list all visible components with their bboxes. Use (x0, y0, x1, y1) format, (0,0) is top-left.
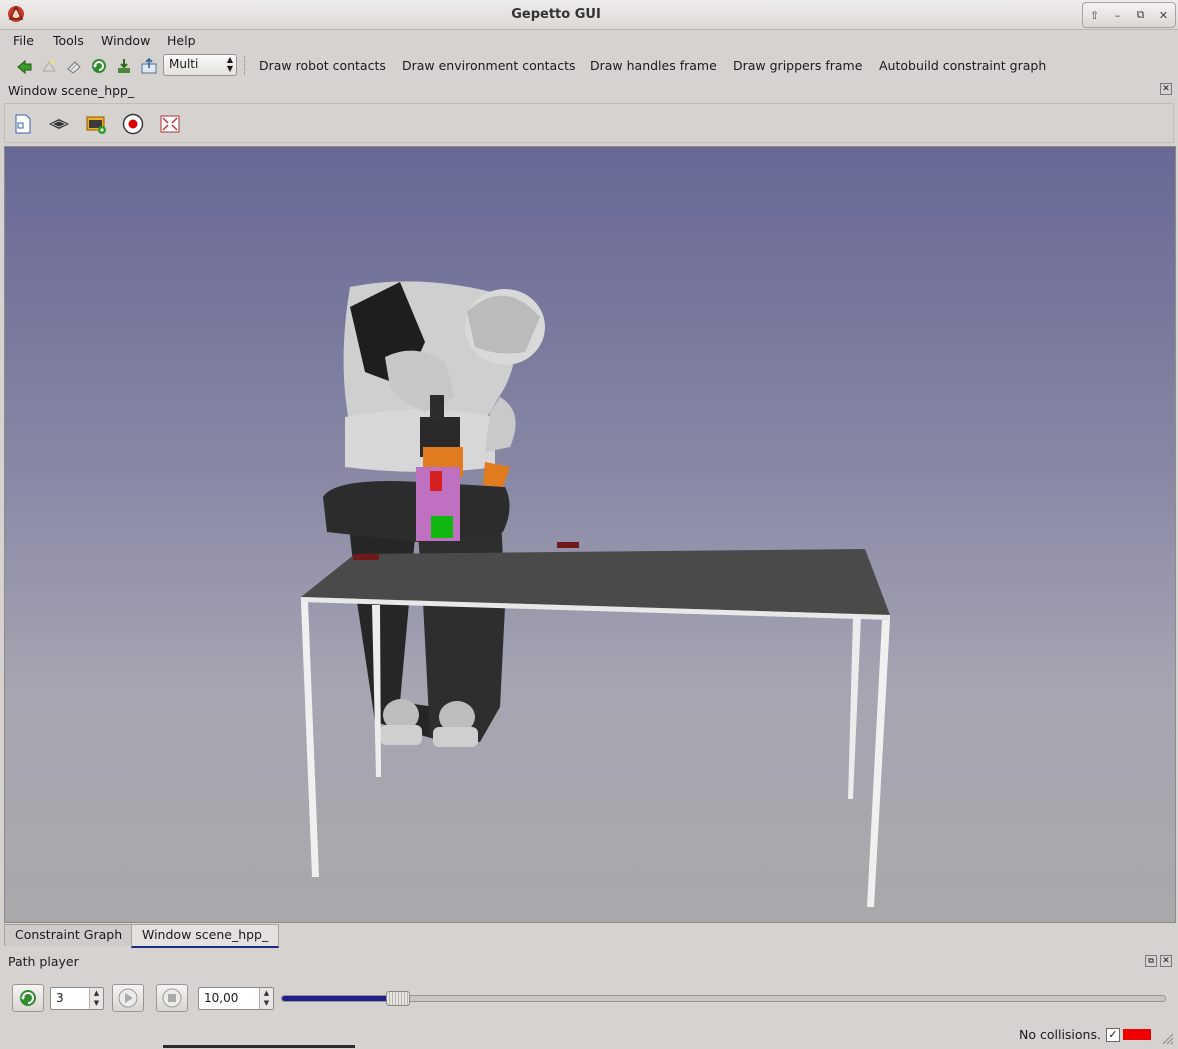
refresh-paths-button[interactable] (12, 984, 44, 1012)
refresh-icon (20, 990, 36, 1006)
horizontal-scroll-indicator (163, 1045, 355, 1048)
draw-grippers-frame-button[interactable]: Draw grippers frame (733, 58, 862, 73)
size-grip-icon[interactable] (1160, 1031, 1174, 1045)
collision-checkbox[interactable]: ✓ (1106, 1028, 1120, 1042)
path-slider[interactable] (281, 995, 1166, 1002)
mode-select[interactable]: Multi ▲ ▼ (163, 54, 237, 76)
screenshot-icon[interactable] (85, 113, 107, 135)
time-scale-value: 10,00 (204, 991, 239, 1005)
mode-select-value: Multi (169, 57, 199, 71)
menu-file[interactable]: File (13, 33, 34, 48)
draw-handles-frame-button[interactable]: Draw handles frame (590, 58, 717, 73)
download-icon[interactable] (115, 57, 133, 75)
stop-icon (162, 988, 182, 1008)
play-button[interactable] (112, 984, 144, 1012)
record-icon[interactable] (122, 113, 144, 135)
path-index-spinbox[interactable]: 3 ▲ ▼ (50, 987, 104, 1010)
tab-constraint-graph[interactable]: Constraint Graph (4, 924, 134, 946)
box-object (416, 467, 460, 541)
menu-window[interactable]: Window (101, 33, 150, 48)
reload-icon-disabled[interactable] (40, 57, 58, 75)
draw-robot-contacts-button[interactable]: Draw robot contacts (259, 58, 386, 73)
spin-arrows-icon[interactable]: ▲ ▼ (89, 988, 103, 1009)
export-icon[interactable] (140, 57, 158, 75)
menu-tools[interactable]: Tools (53, 33, 84, 48)
path-player-header[interactable]: Path player ⧉ ✕ (0, 952, 1178, 972)
refresh-icon[interactable] (90, 57, 108, 75)
close-icon[interactable]: ✕ (1160, 83, 1172, 95)
add-robot-icon[interactable] (15, 57, 33, 75)
close-button[interactable]: ✕ (1152, 3, 1175, 27)
time-scale-spinbox[interactable]: 10,00 ▲ ▼ (198, 987, 274, 1010)
scene-render (301, 281, 890, 907)
scene-viewport[interactable] (4, 146, 1176, 923)
menu-bar: File Tools Window Help (0, 30, 1178, 52)
play-icon (118, 988, 138, 1008)
grid-icon[interactable] (48, 113, 70, 135)
close-icon[interactable]: ✕ (1160, 955, 1172, 967)
new-page-icon[interactable] (12, 113, 34, 135)
path-slider-handle[interactable] (386, 991, 410, 1006)
path-index-value: 3 (56, 991, 64, 1005)
minimize-button[interactable]: – (1106, 3, 1129, 27)
collision-indicator (1123, 1029, 1151, 1040)
scene-tools-bar (4, 103, 1174, 143)
path-slider-fill (282, 996, 397, 1001)
shade-button[interactable]: ⇧ (1083, 3, 1106, 27)
tab-window-scene[interactable]: Window scene_hpp_ (131, 924, 280, 948)
path-player-title: Path player (8, 954, 79, 969)
toolbar-handle[interactable] (244, 56, 247, 75)
maximize-button[interactable]: ⧉ (1129, 3, 1152, 27)
window-controls: ⇧ – ⧉ ✕ (1082, 2, 1176, 28)
collision-status: No collisions. (1019, 1027, 1101, 1042)
window-title: Gepetto GUI (511, 7, 601, 22)
menu-help[interactable]: Help (167, 33, 196, 48)
fit-view-icon[interactable] (159, 113, 181, 135)
erase-icon[interactable] (65, 57, 83, 75)
scene-dock-header[interactable]: Window scene_hpp_ ✕ (0, 80, 1178, 100)
float-icon[interactable]: ⧉ (1145, 955, 1157, 967)
stop-button[interactable] (156, 984, 188, 1012)
chevron-updown-icon: ▲ ▼ (226, 55, 233, 73)
autobuild-constraint-graph-button[interactable]: Autobuild constraint graph (879, 58, 1046, 73)
scene-dock-title: Window scene_hpp_ (8, 83, 135, 98)
draw-environment-contacts-button[interactable]: Draw environment contacts (402, 58, 576, 73)
spin-arrows-icon[interactable]: ▲ ▼ (259, 988, 273, 1009)
